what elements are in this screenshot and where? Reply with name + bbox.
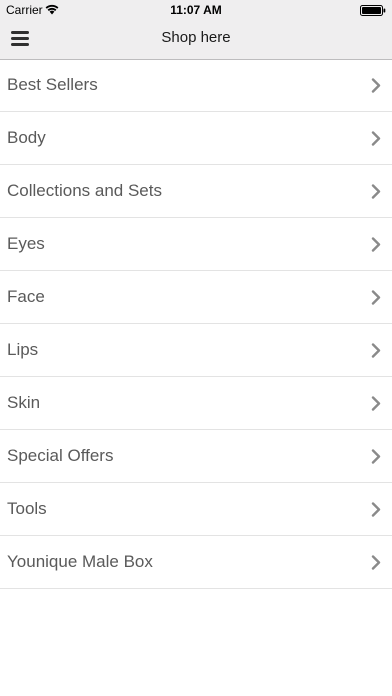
category-item-special-offers[interactable]: Special Offers <box>0 430 392 483</box>
category-label: Collections and Sets <box>7 181 162 200</box>
category-item-skin[interactable]: Skin <box>0 377 392 430</box>
category-label: Best Sellers <box>7 75 98 94</box>
chevron-right-icon <box>371 396 381 411</box>
chevron-right-icon <box>371 131 381 146</box>
chevron-right-icon <box>371 78 381 93</box>
category-item-eyes[interactable]: Eyes <box>0 218 392 271</box>
chevron-right-icon <box>371 343 381 358</box>
category-item-collections-and-sets[interactable]: Collections and Sets <box>0 165 392 218</box>
category-item-tools[interactable]: Tools <box>0 483 392 536</box>
top-bar: Carrier 11:07 AM Shop here <box>0 0 392 60</box>
chevron-right-icon <box>371 184 381 199</box>
category-item-best-sellers[interactable]: Best Sellers <box>0 59 392 112</box>
chevron-right-icon <box>371 290 381 305</box>
category-label: Body <box>7 128 46 147</box>
status-time: 11:07 AM <box>170 3 222 17</box>
category-item-lips[interactable]: Lips <box>0 324 392 377</box>
category-list: Best Sellers Body Collections and Sets E… <box>0 59 392 589</box>
category-label: Tools <box>7 499 47 518</box>
category-label: Eyes <box>7 234 45 253</box>
category-label: Skin <box>7 393 41 412</box>
battery-icon <box>360 5 386 16</box>
chevron-right-icon <box>371 555 381 570</box>
category-label: Face <box>7 287 45 306</box>
chevron-right-icon <box>371 449 381 464</box>
category-label: Special Offers <box>7 446 114 465</box>
chevron-right-icon <box>371 237 381 252</box>
category-item-face[interactable]: Face <box>0 271 392 324</box>
category-label: Lips <box>7 340 39 359</box>
category-item-body[interactable]: Body <box>0 112 392 165</box>
chevron-right-icon <box>371 502 381 517</box>
page-title: Shop here <box>161 29 231 46</box>
navigation-bar: Shop here <box>0 20 392 59</box>
category-label: Younique Male Box <box>7 552 153 571</box>
status-bar: Carrier 11:07 AM <box>0 0 392 20</box>
category-item-younique-male-box[interactable]: Younique Male Box <box>0 536 392 589</box>
